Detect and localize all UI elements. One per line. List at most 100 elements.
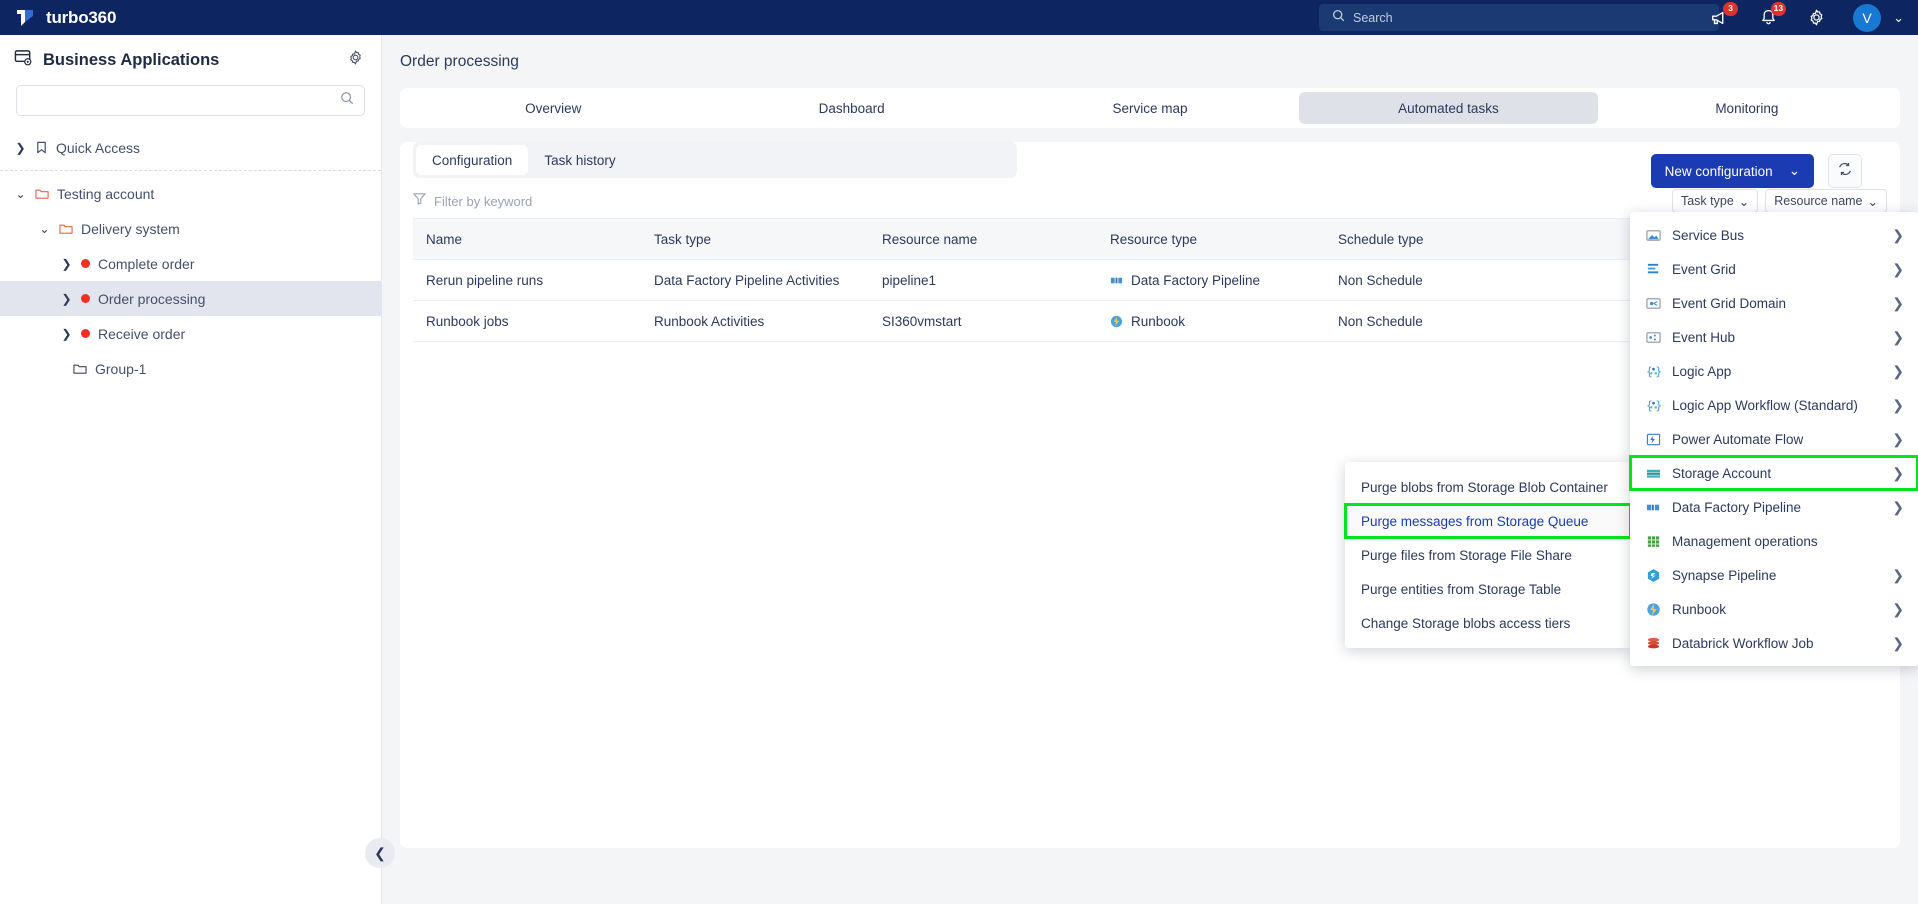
user-avatar[interactable]: V (1853, 3, 1882, 32)
submenu-item-label: Purge files from Storage File Share (1361, 547, 1572, 563)
status-dot-icon (81, 329, 90, 338)
menu-item-storage-account[interactable]: Storage Account ❯ (1629, 455, 1918, 491)
chevron-down-icon[interactable]: ⌄ (14, 187, 27, 201)
menu-item-service-bus[interactable]: Service Bus ❯ (1630, 218, 1918, 252)
announcements-button[interactable]: 3 (1709, 1, 1739, 29)
column-header-task-type: Task type (654, 231, 712, 247)
cell-task-type: Runbook Activities (654, 313, 765, 329)
menu-item-databrick-workflow-job[interactable]: Databrick Workflow Job ❯ (1630, 626, 1918, 660)
tab-dashboard[interactable]: Dashboard (702, 92, 1000, 124)
menu-item-event-hub[interactable]: Event Hub ❯ (1630, 320, 1918, 354)
chevron-down-icon[interactable]: ⌄ (38, 222, 51, 236)
menu-item-label: Storage Account (1672, 465, 1772, 481)
chevron-right-icon[interactable]: ❯ (60, 257, 73, 271)
app-header: turbo360 Search 3 13 V ⌄ (0, 0, 1918, 35)
primary-tabs: Overview Dashboard Service map Automated… (400, 88, 1900, 128)
chevron-down-icon: ⌄ (1867, 194, 1878, 209)
notifications-button[interactable]: 13 (1757, 1, 1787, 29)
cell-name: Rerun pipeline runs (426, 272, 544, 288)
subtab-task-history[interactable]: Task history (528, 145, 631, 175)
cell-name: Runbook jobs (426, 313, 509, 329)
sidebar: Business Applications ❯ Quick Access ⌄ T… (0, 35, 382, 904)
submenu-item-purge-files[interactable]: Purge files from Storage File Share (1345, 538, 1631, 572)
bookmark-icon (35, 141, 48, 154)
menu-item-data-factory-pipeline[interactable]: Data Factory Pipeline ❯ (1630, 490, 1918, 524)
data-factory-pipeline-icon (1646, 500, 1661, 515)
sidebar-item-label: Order processing (98, 290, 206, 307)
menu-item-synapse-pipeline[interactable]: Synapse Pipeline ❯ (1630, 558, 1918, 592)
sidebar-item-delivery-system[interactable]: ⌄ Delivery system (0, 211, 381, 246)
header-actions: 3 13 V ⌄ (1709, 0, 1904, 35)
menu-item-label: Event Hub (1672, 329, 1736, 345)
submenu-item-purge-entities[interactable]: Purge entities from Storage Table (1345, 572, 1631, 606)
sidebar-item-receive-order[interactable]: ❯ Receive order (0, 316, 381, 351)
menu-item-logic-app-workflow-standard[interactable]: {} Logic App Workflow (Standard) ❯ (1630, 388, 1918, 422)
page-title: Order processing (400, 53, 519, 70)
logic-app-icon: {} (1646, 364, 1661, 379)
status-dot-icon (81, 294, 90, 303)
new-configuration-button[interactable]: New configuration ⌄ (1650, 154, 1814, 188)
cell-resource-type: Data Factory Pipeline (1097, 273, 1325, 288)
chevron-right-icon: ❯ (1892, 498, 1904, 515)
sidebar-collapse-button[interactable]: ❮ (365, 838, 395, 868)
sidebar-item-group-1[interactable]: Group-1 (0, 351, 381, 386)
submenu-item-change-access-tiers[interactable]: Change Storage blobs access tiers (1345, 606, 1631, 640)
menu-item-logic-app[interactable]: {} Logic App ❯ (1630, 354, 1918, 388)
menu-item-event-grid-domain[interactable]: Event Grid Domain ❯ (1630, 286, 1918, 320)
new-configuration-label: New configuration (1664, 163, 1773, 179)
search-icon (1332, 9, 1345, 27)
refresh-button[interactable] (1828, 154, 1862, 188)
folder-icon (73, 362, 87, 375)
chevron-down-icon: ⌄ (1788, 163, 1800, 178)
sidebar-item-label: Receive order (98, 325, 186, 342)
sidebar-item-label: Group-1 (95, 360, 147, 377)
sidebar-item-label: Testing account (57, 185, 155, 202)
menu-item-management-operations[interactable]: Management operations (1630, 524, 1918, 558)
submenu-item-label: Purge blobs from Storage Blob Container (1361, 479, 1608, 495)
svg-text:}: } (1655, 365, 1661, 378)
chevron-right-icon: ❯ (1892, 464, 1904, 481)
filter-keyword-input[interactable]: Filter by keyword (413, 192, 1665, 210)
sidebar-item-testing-account[interactable]: ⌄ Testing account (0, 176, 381, 211)
chevron-right-icon: ❯ (1892, 226, 1904, 243)
chevron-right-icon[interactable]: ❯ (14, 141, 27, 155)
submenu-item-label: Purge messages from Storage Queue (1361, 513, 1589, 529)
sidebar-item-order-processing[interactable]: ❯ Order processing (0, 281, 381, 316)
filter-task-type-dropdown[interactable]: Task type ⌄ (1671, 189, 1759, 213)
tab-overview[interactable]: Overview (404, 92, 702, 124)
menu-item-label: Logic App (1672, 363, 1732, 379)
global-search[interactable]: Search (1319, 4, 1719, 31)
tab-monitoring[interactable]: Monitoring (1598, 92, 1896, 124)
sidebar-item-complete-order[interactable]: ❯ Complete order (0, 246, 381, 281)
sidebar-header: Business Applications (0, 35, 381, 85)
event-grid-icon (1646, 262, 1661, 277)
subtab-label: Configuration (432, 152, 513, 168)
sidebar-settings-gear-icon[interactable] (347, 49, 364, 71)
filter-pill-label: Task type (1680, 194, 1734, 208)
filter-resource-name-dropdown[interactable]: Resource name ⌄ (1765, 189, 1887, 213)
menu-item-event-grid[interactable]: Event Grid ❯ (1630, 252, 1918, 286)
chevron-right-icon[interactable]: ❯ (60, 292, 73, 306)
submenu-item-purge-blobs[interactable]: Purge blobs from Storage Blob Container (1345, 470, 1631, 504)
submenu-item-label: Change Storage blobs access tiers (1361, 615, 1571, 631)
subtab-configuration[interactable]: Configuration (416, 145, 529, 175)
chevron-right-icon: ❯ (1892, 260, 1904, 277)
sidebar-search-input[interactable] (16, 85, 365, 116)
user-menu-chevron-down-icon[interactable]: ⌄ (1893, 10, 1904, 26)
app-tree: ❯ Quick Access ⌄ Testing account ⌄ Deliv… (0, 130, 381, 386)
brand[interactable]: turbo360 (0, 7, 116, 29)
sidebar-item-quick-access[interactable]: ❯ Quick Access (0, 130, 381, 165)
settings-button[interactable] (1805, 7, 1827, 29)
menu-item-power-automate-flow[interactable]: Power Automate Flow ❯ (1630, 422, 1918, 456)
tab-service-map[interactable]: Service map (1001, 92, 1299, 124)
filter-pill-label: Resource name (1774, 194, 1863, 208)
menu-item-runbook[interactable]: Runbook ❯ (1630, 592, 1918, 626)
tab-automated-tasks[interactable]: Automated tasks (1299, 92, 1598, 124)
tab-label: Monitoring (1715, 100, 1779, 116)
chevron-right-icon[interactable]: ❯ (60, 327, 73, 341)
chevron-right-icon: ❯ (1892, 294, 1904, 311)
chevron-right-icon: ❯ (1892, 566, 1904, 583)
submenu-item-purge-messages[interactable]: Purge messages from Storage Queue (1344, 503, 1632, 539)
folder-icon (35, 187, 49, 200)
chevron-right-icon: ❯ (1892, 600, 1904, 617)
